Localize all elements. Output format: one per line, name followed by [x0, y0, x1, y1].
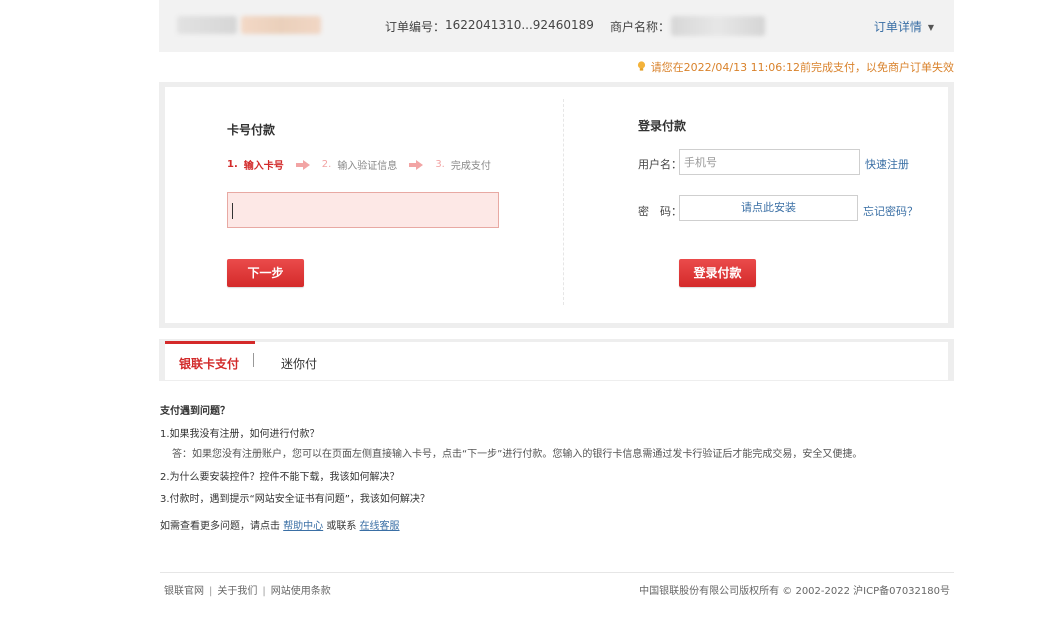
payment-panel-inner: 卡号付款 1. 输入卡号 2. 输入验证信息 3. 完成支付 下一步 登录付款 … [165, 87, 948, 323]
deadline-text: 请您在2022/04/13 11:06:12前完成支付，以免商户订单失效 [650, 61, 954, 74]
tab-separator [253, 353, 254, 367]
faq-title: 支付遇到问题？ [160, 406, 230, 417]
faq-more-help: 如需查看更多问题，请点击 帮助中心 或联系 在线客服 [160, 517, 400, 532]
help-center-link[interactable]: 帮助中心 [283, 521, 323, 532]
caret-down-icon: ▼ [927, 23, 934, 32]
active-tab-indicator [165, 341, 255, 344]
username-input[interactable] [680, 150, 859, 174]
order-detail-toggle[interactable]: 订单详情 ▼ [874, 18, 934, 35]
forgot-password-link[interactable]: 忘记密码？ [863, 203, 918, 219]
step-3-label: 完成支付 [450, 161, 491, 172]
step-arrow-icon [409, 159, 424, 170]
merchant-logo-blurred [177, 16, 237, 34]
faq-question-2[interactable]: 2.为什么要安装控件？控件不能下载，我该如何解决？ [160, 468, 400, 483]
step-3-number: 3. [435, 159, 445, 170]
copyright-text: 中国银联股份有限公司版权所有 © 2002-2022 沪ICP备07032180… [639, 586, 950, 597]
merchant-name-blurred [671, 16, 765, 36]
order-header: 订单编号： 1622041310...92460189 商户名称： 订单详情 ▼ [159, 0, 954, 52]
payment-method-tabs: 银联卡支付 迷你付 [159, 339, 954, 381]
footer-links: 银联官网 | 关于我们 | 网站使用条款 [164, 582, 331, 597]
step-3: 3. 完成支付 [435, 157, 491, 172]
footer-link-about[interactable]: 关于我们 [217, 586, 257, 597]
step-1-label: 输入卡号 [243, 161, 284, 172]
next-step-button[interactable]: 下一步 [227, 259, 304, 287]
footer-separator: | [209, 586, 213, 597]
payment-steps: 1. 输入卡号 2. 输入验证信息 3. 完成支付 [227, 157, 491, 172]
order-detail-label: 订单详情 [873, 20, 922, 34]
card-pay-title: 卡号付款 [227, 123, 276, 137]
step-2: 2. 输入验证信息 [322, 157, 398, 172]
step-2-number: 2. [321, 159, 332, 170]
password-plugin-install[interactable]: 请点此安装 [679, 195, 858, 221]
faq-question-3[interactable]: 3.付款时，遇到提示“网站安全证书有问题”，我该如何解决？ [160, 490, 430, 505]
footer-link-terms[interactable]: 网站使用条款 [271, 586, 331, 597]
step-2-label: 输入验证信息 [337, 161, 398, 172]
footer-divider [160, 572, 954, 573]
text-cursor [232, 203, 233, 219]
step-1: 1. 输入卡号 [227, 157, 284, 172]
merchant-logo-blurred-2 [241, 16, 321, 34]
step-1-number: 1. [227, 159, 238, 170]
step-arrow-icon [295, 159, 310, 170]
faq-question-1[interactable]: 1.如果我没有注册，如何进行付款？ [160, 425, 320, 440]
tab-mini-pay[interactable]: 迷你付 [281, 355, 317, 372]
footer-link-unionpay[interactable]: 银联官网 [164, 586, 204, 597]
username-label: 用户名： [638, 158, 682, 171]
card-number-input[interactable] [227, 192, 499, 228]
payment-deadline-notice: 请您在2022/04/13 11:06:12前完成支付，以免商户订单失效 [637, 59, 954, 75]
footer-separator: | [262, 586, 266, 597]
payment-panel: 卡号付款 1. 输入卡号 2. 输入验证信息 3. 完成支付 下一步 登录付款 … [159, 82, 954, 328]
tab-unionpay-card[interactable]: 银联卡支付 [179, 355, 239, 372]
quick-register-link[interactable]: 快速注册 [865, 156, 909, 172]
online-service-link[interactable]: 在线客服 [360, 521, 400, 532]
username-field[interactable] [679, 149, 860, 175]
order-number: 1622041310...92460189 [445, 18, 594, 32]
password-label: 密 码： [638, 205, 682, 218]
faq-answer-1: 答：如果您没有注册账户，您可以在页面左侧直接输入卡号，点击“下一步”进行付款。您… [172, 449, 863, 460]
or-contact-text: 或联系 [326, 521, 357, 532]
more-help-prefix: 如需查看更多问题，请点击 [160, 521, 280, 532]
lightbulb-icon [637, 61, 645, 71]
merchant-name-label: 商户名称： [610, 20, 671, 34]
order-number-label: 订单编号： [385, 20, 446, 34]
login-pay-button[interactable]: 登录付款 [679, 259, 756, 287]
panel-divider [563, 99, 564, 305]
login-pay-title: 登录付款 [638, 119, 687, 133]
